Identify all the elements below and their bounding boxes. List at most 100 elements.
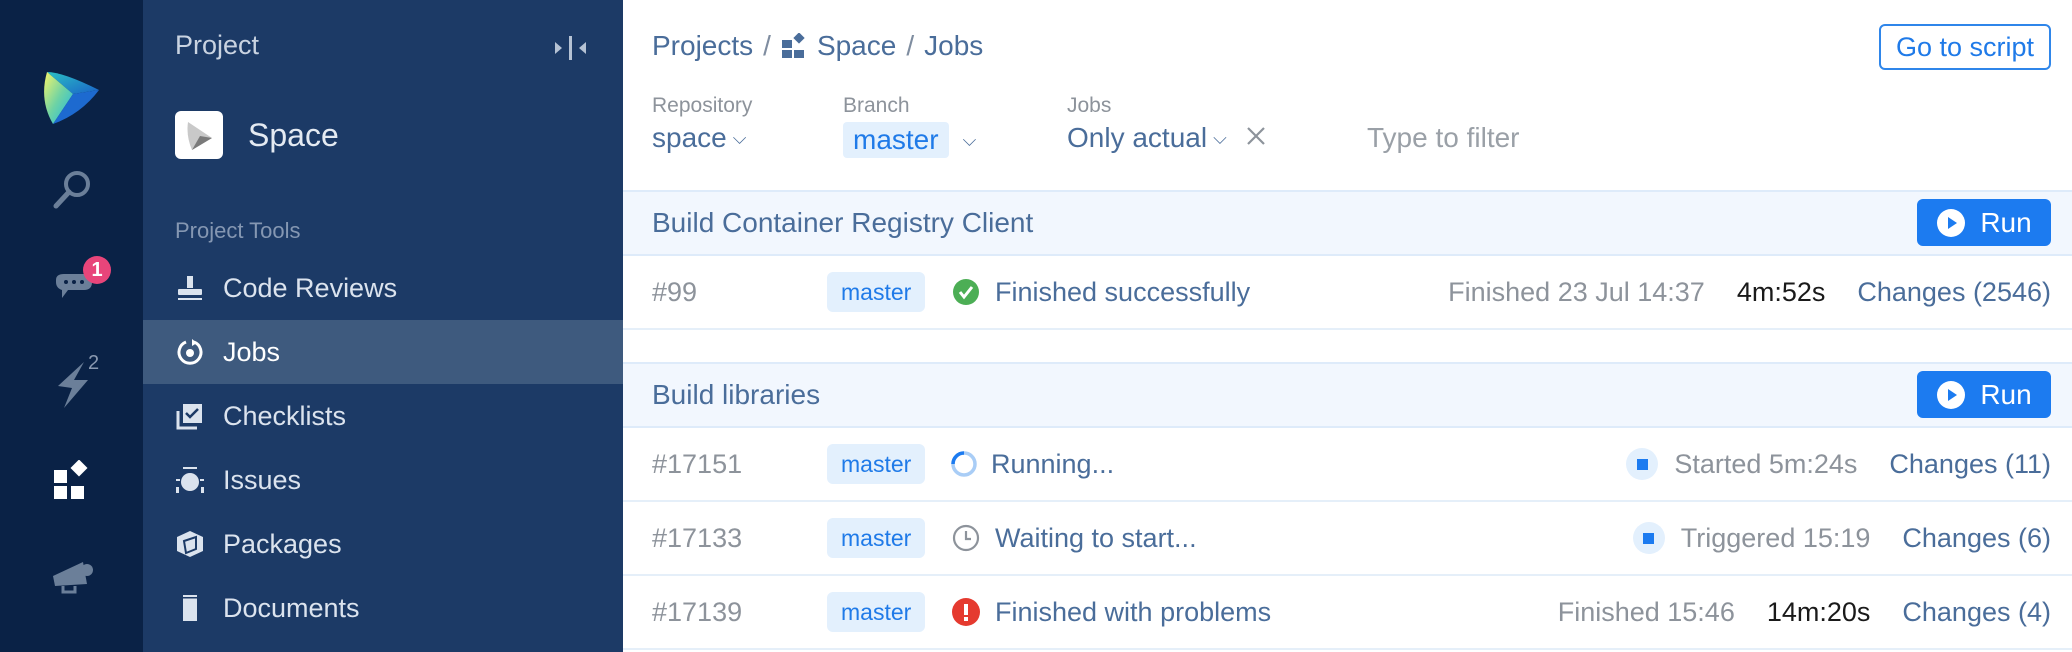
status-text: Finished with problems [995,596,1272,627]
sidebar-item-issues[interactable]: Issues [143,448,623,512]
run-button[interactable]: Run [1917,371,2051,418]
table-row[interactable]: #17151 master Running... Started 5m:24s … [623,428,2072,502]
clear-filter-button[interactable] [1245,122,1267,154]
sidebar-item-label: Jobs [223,336,281,367]
run-number[interactable]: #17151 [652,449,742,480]
run-time: Triggered 15:19 [1680,522,1871,553]
run-status[interactable]: Finished successfully [951,277,1250,308]
success-icon [951,277,981,307]
breadcrumb-separator: / [906,30,915,61]
job-title[interactable]: Build Container Registry Client [652,207,1033,239]
sidebar-item-label: Issues [223,464,302,495]
sidebar-item-label: Code Reviews [223,272,398,303]
sidebar-title: Project [175,30,260,60]
branch-badge[interactable]: master [827,272,926,312]
breadcrumb-space[interactable]: Space [817,30,896,62]
collapse-sidebar-button[interactable] [553,30,589,66]
projects-icon[interactable] [0,450,143,510]
sidebar-item-label: Packages [223,528,342,559]
run-meta: Finished 15:46 14m:20s Changes (4) [1558,597,2051,628]
chat-icon[interactable] [0,256,143,316]
table-row[interactable]: #17133 master Waiting to start... Trigge… [623,502,2072,576]
run-button[interactable]: Run [1917,199,2051,246]
repository-value: space [652,122,727,153]
sidebar-item-code-reviews[interactable]: Code Reviews [143,256,623,320]
run-meta: Started 5m:24s Changes (11) [1626,448,2051,480]
error-icon [951,597,981,627]
changes-link[interactable]: Changes (11) [1889,449,2051,480]
run-status[interactable]: Waiting to start... [951,523,1197,554]
breadcrumb-projects[interactable]: Projects [652,30,753,62]
repository-label: Repository [652,94,753,117]
job-section-header: Build libraries Run [623,362,2072,428]
job-title[interactable]: Build libraries [652,379,820,411]
table-row[interactable]: #99 master Finished successfully Finishe… [623,256,2072,330]
breadcrumb: Projects / Space / Jobs [652,30,983,62]
play-icon [1937,380,1966,409]
search-icon[interactable] [0,160,143,220]
sidebar-item-jobs[interactable]: Jobs [143,320,623,384]
repository-dropdown[interactable]: space ⌵ [652,122,752,154]
run-number[interactable]: #99 [652,277,697,308]
sidebar-item-checklists[interactable]: Checklists [143,384,623,448]
project-sidebar: Project Space Project Tools Code Reviews… [143,0,623,652]
breadcrumb-separator: / [763,30,771,61]
run-time: Finished 23 Jul 14:37 [1448,276,1705,307]
play-icon [1937,208,1966,237]
sidebar-item-documents[interactable]: Documents [143,576,623,640]
project-name: Space [248,116,339,153]
branch-badge[interactable]: master [827,592,926,632]
checklist-icon [175,401,205,431]
jobs-dropdown[interactable]: Only actual ⌵ [1067,122,1267,154]
run-meta: Finished 23 Jul 14:37 4m:52s Changes (25… [1448,277,2051,308]
branch-dropdown[interactable]: master ⌵ [843,122,976,158]
table-row[interactable]: #17139 master Finished with problems Fin… [623,576,2072,650]
megaphone-icon[interactable] [0,546,143,606]
branch-badge[interactable]: master [827,518,926,558]
sidebar-item-packages[interactable]: Packages [143,512,623,576]
unread-badge: 1 [83,256,111,284]
sidebar-item-label: Documents [223,592,360,623]
changes-link[interactable]: Changes (6) [1902,523,2051,554]
stamp-icon [175,273,205,303]
project-header[interactable]: Space [175,111,339,159]
filter-input[interactable] [1367,122,1767,154]
run-duration: 4m:52s [1736,276,1826,307]
run-duration: 14m:20s [1766,596,1871,627]
stop-button[interactable] [1626,448,1659,480]
notification-count: 2 [88,352,100,374]
jobs-filter: Jobs Only actual ⌵ [1067,94,1267,154]
status-text: Waiting to start... [995,522,1197,553]
repository-filter: Repository space ⌵ [652,94,752,154]
status-text: Running... [991,448,1115,479]
run-number[interactable]: #17139 [652,597,742,628]
branch-badge[interactable]: master [827,444,926,484]
changes-link[interactable]: Changes (4) [1902,597,2051,628]
bug-icon [175,465,205,495]
projects-icon [781,33,807,59]
clock-icon [951,523,981,553]
branch-value: master [843,122,949,158]
stop-icon [1636,458,1648,470]
job-section-header: Build Container Registry Client Run [623,190,2072,256]
jobs-icon [175,337,205,367]
go-to-script-button[interactable]: Go to script [1878,24,2051,70]
chevron-down-icon: ⌵ [962,129,977,150]
changes-link[interactable]: Changes (2546) [1857,277,2051,308]
run-status[interactable]: Running... [949,449,1114,480]
run-label: Run [1980,378,2032,410]
project-tools-label: Project Tools [175,218,301,243]
run-meta: Triggered 15:19 Changes (6) [1632,522,2051,554]
run-status[interactable]: Finished with problems [951,597,1271,628]
run-number[interactable]: #17133 [652,523,742,554]
branch-label: Branch [843,94,910,117]
chevron-down-icon: ⌵ [1213,127,1227,148]
package-icon [175,529,205,559]
lightning-icon[interactable] [0,355,143,415]
collapse-icon [555,36,586,60]
chevron-down-icon: ⌵ [732,127,747,148]
stop-button[interactable] [1632,522,1665,554]
app-rail: 1 2 [0,0,143,652]
space-logo-icon[interactable] [0,66,143,130]
project-logo-icon [175,111,223,159]
